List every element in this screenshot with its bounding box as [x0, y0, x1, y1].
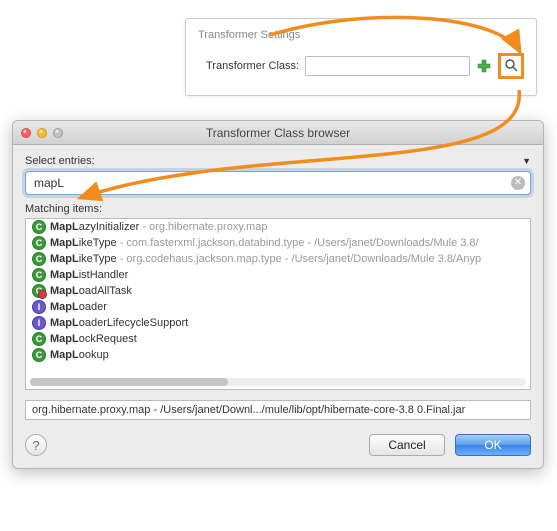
search-icon[interactable]: [504, 58, 518, 75]
cancel-button[interactable]: Cancel: [369, 434, 445, 456]
item-text: MapLikeType - com.fasterxml.jackson.data…: [50, 237, 479, 249]
horizontal-scrollbar[interactable]: [30, 378, 526, 386]
transformer-class-label: Transformer Class:: [206, 60, 299, 72]
item-text: MapLoaderLifecycleSupport: [50, 317, 188, 329]
class-type-icon: C: [32, 268, 46, 282]
item-text: MapLockRequest: [50, 333, 137, 345]
item-text: MapLikeType - org.codehaus.jackson.map.t…: [50, 253, 481, 265]
search-button-highlight: [498, 53, 524, 79]
transformer-class-browser-dialog: Transformer Class browser Select entries…: [12, 120, 544, 469]
clear-icon[interactable]: ✕: [511, 176, 525, 190]
item-text: MapLoader: [50, 301, 107, 313]
class-type-icon: I: [32, 300, 46, 314]
settings-title: Transformer Settings: [198, 29, 524, 41]
class-type-icon: C: [32, 236, 46, 250]
matching-items-label: Matching items:: [25, 203, 531, 215]
list-item[interactable]: I MapLoader: [26, 299, 530, 315]
class-type-icon: C: [32, 332, 46, 346]
settings-row: Transformer Class:: [198, 53, 524, 79]
help-icon[interactable]: ?: [25, 434, 47, 456]
list-item[interactable]: C MapLockRequest: [26, 331, 530, 347]
item-text: MapLookup: [50, 349, 109, 361]
class-type-icon: C: [32, 252, 46, 266]
list-item[interactable]: C MapListHandler: [26, 267, 530, 283]
selected-item-path: org.hibernate.proxy.map - /Users/janet/D…: [25, 400, 531, 420]
dialog-title: Transformer Class browser: [13, 126, 543, 140]
dialog-footer: ? Cancel OK: [25, 434, 531, 456]
select-entries-row: Select entries: ▼: [25, 155, 531, 167]
list-item[interactable]: C MapLikeType - org.codehaus.jackson.map.…: [26, 251, 530, 267]
item-text: MapLoadAllTask: [50, 285, 132, 297]
list-item[interactable]: C MapLoadAllTask: [26, 283, 530, 299]
item-text: MapListHandler: [50, 269, 128, 281]
matching-items-list: C MapLazyInitializer - org.hibernate.prox…: [25, 218, 531, 390]
class-type-icon: C: [32, 284, 46, 298]
ok-button[interactable]: OK: [455, 434, 531, 456]
chevron-down-icon[interactable]: ▼: [522, 156, 531, 166]
class-type-icon: C: [32, 348, 46, 362]
transformer-settings-panel: Transformer Settings Transformer Class:: [185, 18, 537, 96]
search-input[interactable]: [25, 171, 531, 195]
list-item[interactable]: C MapLikeType - com.fasterxml.jackson.dat…: [26, 235, 530, 251]
list-item[interactable]: I MapLoaderLifecycleSupport: [26, 315, 530, 331]
item-text: MapLazyInitializer - org.hibernate.proxy…: [50, 221, 267, 233]
select-entries-label: Select entries:: [25, 155, 95, 167]
class-type-icon: I: [32, 316, 46, 330]
titlebar: Transformer Class browser: [13, 121, 543, 145]
list-item[interactable]: C MapLookup: [26, 347, 530, 363]
list-item[interactable]: C MapLazyInitializer - org.hibernate.prox…: [26, 219, 530, 235]
class-type-icon: C: [32, 220, 46, 234]
add-icon[interactable]: [476, 58, 492, 74]
dialog-body: Select entries: ▼ ✕ Matching items: C Map…: [13, 145, 543, 468]
transformer-class-input[interactable]: [305, 56, 470, 76]
